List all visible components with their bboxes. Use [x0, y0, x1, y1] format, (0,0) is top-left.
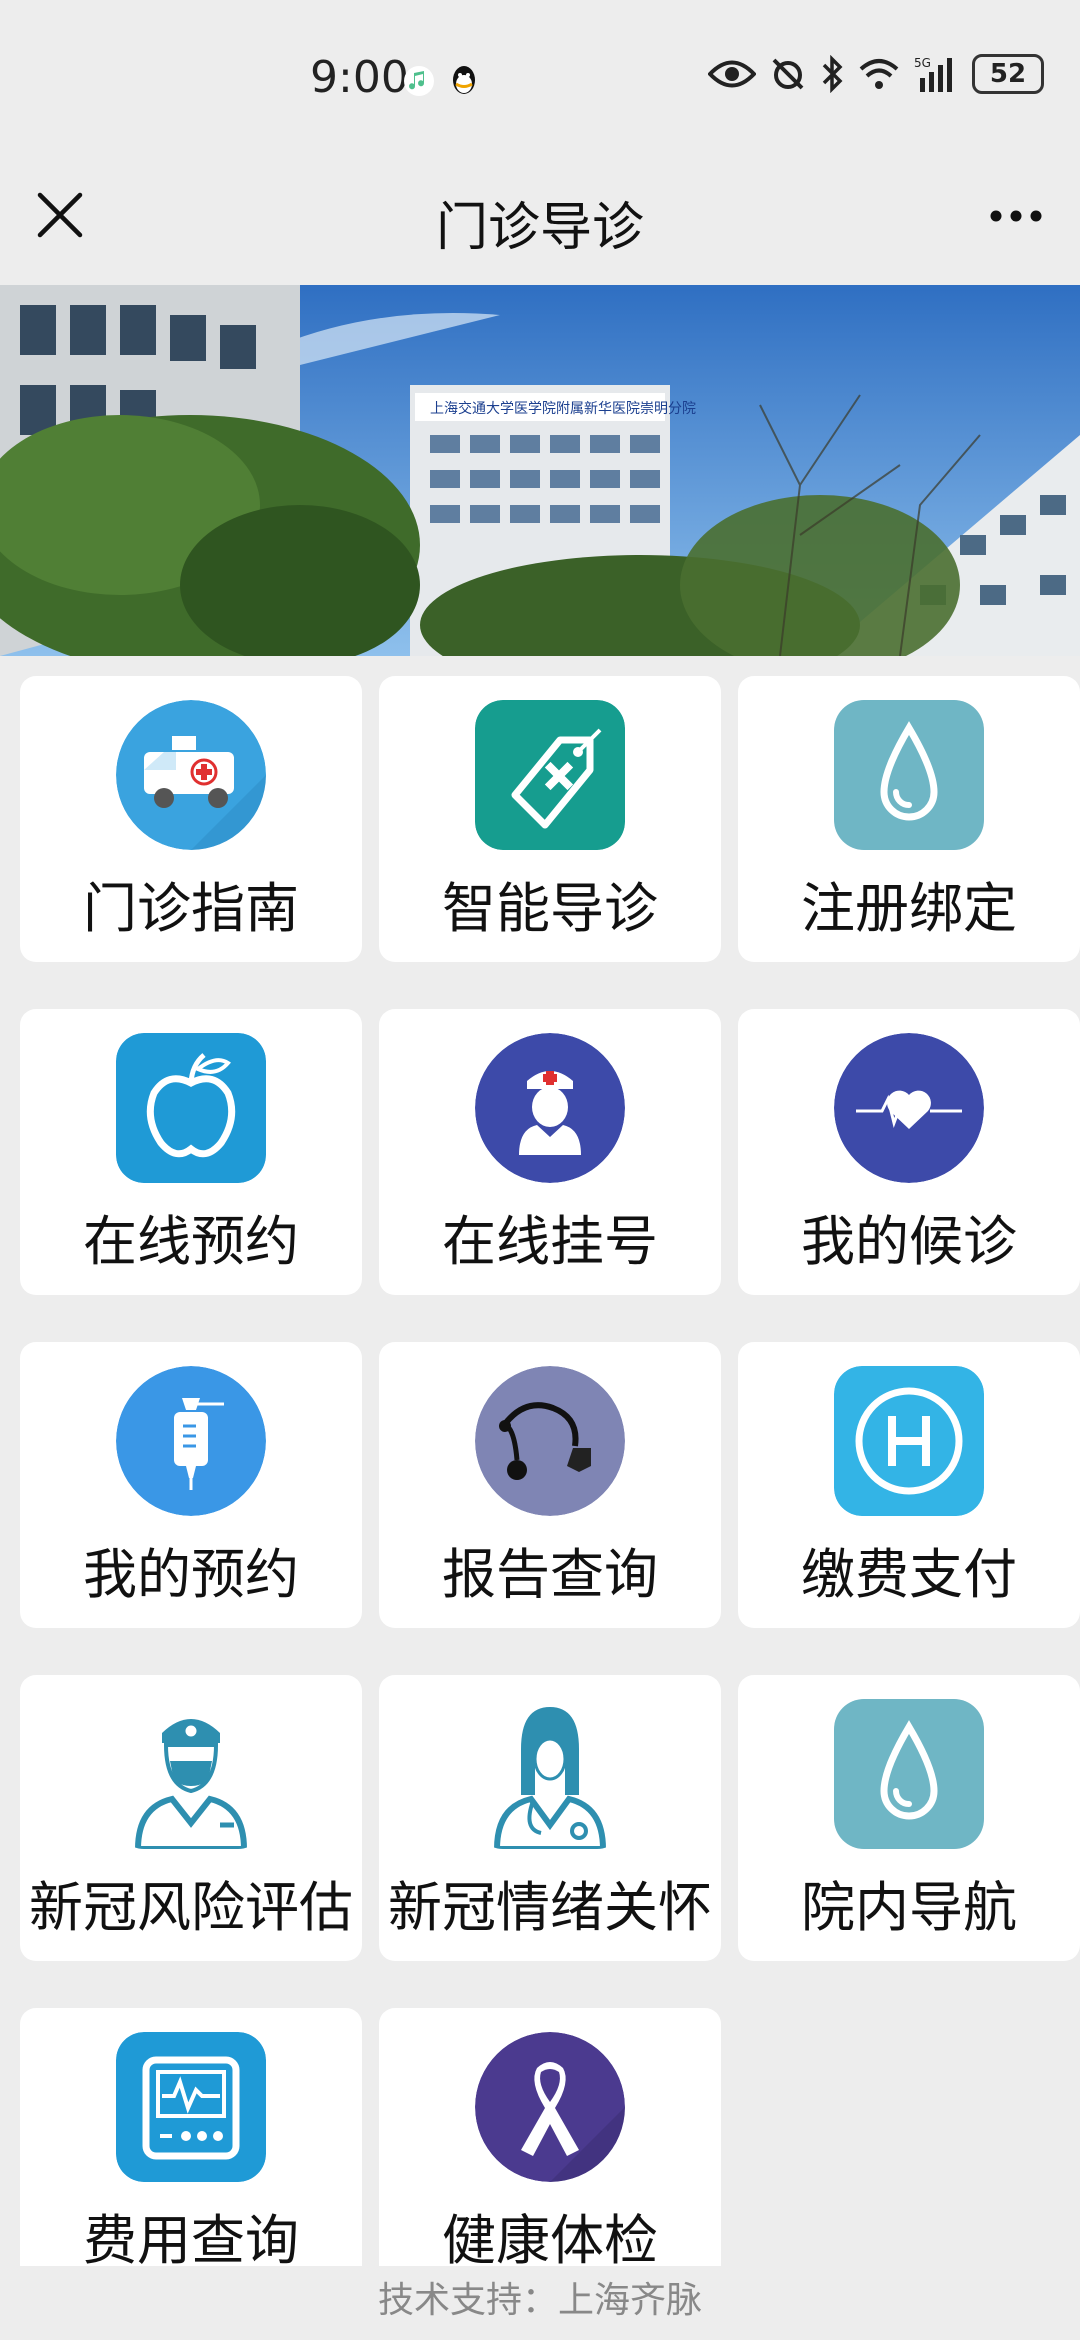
tile-label: 智能导诊 — [442, 877, 658, 940]
tile-my-booking[interactable]: 我的预约 — [20, 1342, 362, 1628]
tile-label: 健康体检 — [442, 2209, 658, 2272]
tile-online-booking[interactable]: 在线预约 — [20, 1009, 362, 1295]
tile-health-checkup[interactable]: 健康体检 — [379, 2008, 721, 2294]
apple-icon — [116, 1033, 266, 1183]
eye-icon — [708, 60, 756, 88]
alarm-off-icon — [772, 58, 804, 90]
svg-text:5G: 5G — [914, 56, 931, 70]
page-title: 门诊导诊 — [435, 198, 644, 258]
heartbeat-icon — [834, 1033, 984, 1183]
water-drop-icon — [834, 1699, 984, 1849]
bluetooth-icon — [822, 55, 843, 93]
svg-text:上海交通大学医学院附属新华医院崇明分院: 上海交通大学医学院附属新华医院崇明分院 — [430, 400, 696, 417]
tile-label: 在线挂号 — [442, 1210, 658, 1273]
tile-hospital-navigation[interactable]: 院内导航 — [738, 1675, 1080, 1961]
music-app-icon — [404, 66, 434, 96]
stethoscope-icon — [475, 1366, 625, 1516]
tile-label: 新冠风险评估 — [29, 1876, 353, 1939]
status-time: 9:00 — [310, 52, 409, 103]
wifi-icon — [859, 59, 899, 89]
tile-smart-triage[interactable]: 智能导诊 — [379, 676, 721, 962]
status-icons: 5G 52 — [708, 54, 1044, 94]
ribbon-icon — [475, 2032, 625, 2182]
tile-covid-risk[interactable]: 新冠风险评估 — [20, 1675, 362, 1961]
tile-covid-emotion-care[interactable]: 新冠情绪关怀 — [379, 1675, 721, 1961]
tile-label: 费用查询 — [83, 2209, 299, 2272]
more-icon[interactable] — [986, 196, 1046, 236]
tile-label: 我的预约 — [83, 1543, 299, 1606]
status-bar: 9:00 5G 52 — [0, 0, 1080, 160]
tile-label: 报告查询 — [442, 1543, 658, 1606]
tile-report-query[interactable]: 报告查询 — [379, 1342, 721, 1628]
hospital-banner: 上海交通大学医学院附属新华医院崇明分院 — [0, 285, 1080, 656]
tile-register-bind[interactable]: 注册绑定 — [738, 676, 1080, 962]
ambulance-icon — [116, 700, 266, 850]
water-drop-icon — [834, 700, 984, 850]
banner-image: 上海交通大学医学院附属新华医院崇明分院 — [0, 285, 1080, 656]
nurse-icon — [475, 1033, 625, 1183]
signal-icon: 5G — [914, 56, 952, 92]
battery-indicator: 52 — [972, 54, 1044, 94]
tile-label: 门诊指南 — [83, 877, 299, 940]
tile-label: 我的候诊 — [801, 1210, 1017, 1273]
tile-label: 在线预约 — [83, 1210, 299, 1273]
nav-bar: 门诊导诊 — [0, 160, 1080, 285]
footer-credit: 技术支持：上海齐脉 — [0, 2266, 1080, 2340]
tile-online-register[interactable]: 在线挂号 — [379, 1009, 721, 1295]
tile-payment[interactable]: 缴费支付 — [738, 1342, 1080, 1628]
tile-label: 注册绑定 — [801, 877, 1017, 940]
tile-label: 缴费支付 — [801, 1543, 1017, 1606]
tile-label: 新冠情绪关怀 — [388, 1876, 712, 1939]
monitor-icon — [116, 2032, 266, 2182]
tile-label: 院内导航 — [801, 1876, 1017, 1939]
doctor-icon — [116, 1699, 266, 1849]
female-doctor-icon — [475, 1699, 625, 1849]
tile-outpatient-guide[interactable]: 门诊指南 — [20, 676, 362, 962]
medical-tag-icon — [475, 700, 625, 850]
qq-app-icon — [453, 66, 475, 94]
hospital-h-icon — [834, 1366, 984, 1516]
iv-drip-icon — [116, 1366, 266, 1516]
tile-fee-query[interactable]: 费用查询 — [20, 2008, 362, 2294]
tile-my-waiting[interactable]: 我的候诊 — [738, 1009, 1080, 1295]
